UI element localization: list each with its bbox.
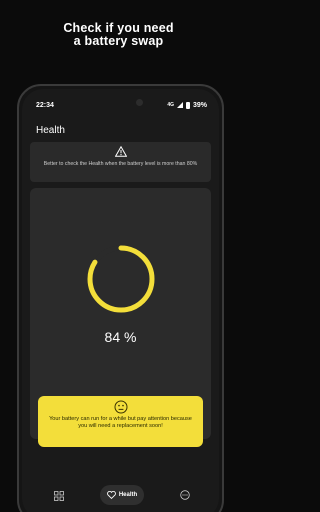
bottom-nav: Health [22,483,219,511]
health-ring [87,245,154,313]
signal-icon [176,102,183,108]
more-icon[interactable] [180,490,190,500]
promo-headline: Check if you need a battery swap [0,22,237,48]
phone-frame: 22:34 4G 39% Health Better to check the … [17,84,224,512]
status-icons: 4G 39% [167,101,207,109]
promo-line-2: a battery swap [73,34,164,48]
health-card: 84 % Your battery can run for a while bu… [30,188,211,447]
grid-icon[interactable] [54,491,64,501]
phone-screen: 22:34 4G 39% Health Better to check the … [22,89,219,512]
heart-icon [106,491,116,499]
network-label: 4G [167,102,174,108]
health-percent: 84 % [104,329,137,345]
battery-percent: 39% [192,101,207,109]
nav-health-label: Health [118,492,138,498]
neutral-face-icon [114,400,127,414]
warning-icon [114,146,127,157]
warning-text: Better to check the Health when the batt… [43,161,198,167]
camera-hole [136,99,143,106]
advice-text: Your battery can run for a while but pay… [49,416,192,429]
warning-card: Better to check the Health when the batt… [30,142,211,182]
status-bar: 22:34 4G 39% [36,99,207,111]
advice-card: Your battery can run for a while but pay… [38,396,203,447]
nav-health-button[interactable]: Health [100,485,144,505]
page-title: Health [36,125,65,136]
battery-icon [185,101,190,109]
status-time: 22:34 [36,101,54,109]
